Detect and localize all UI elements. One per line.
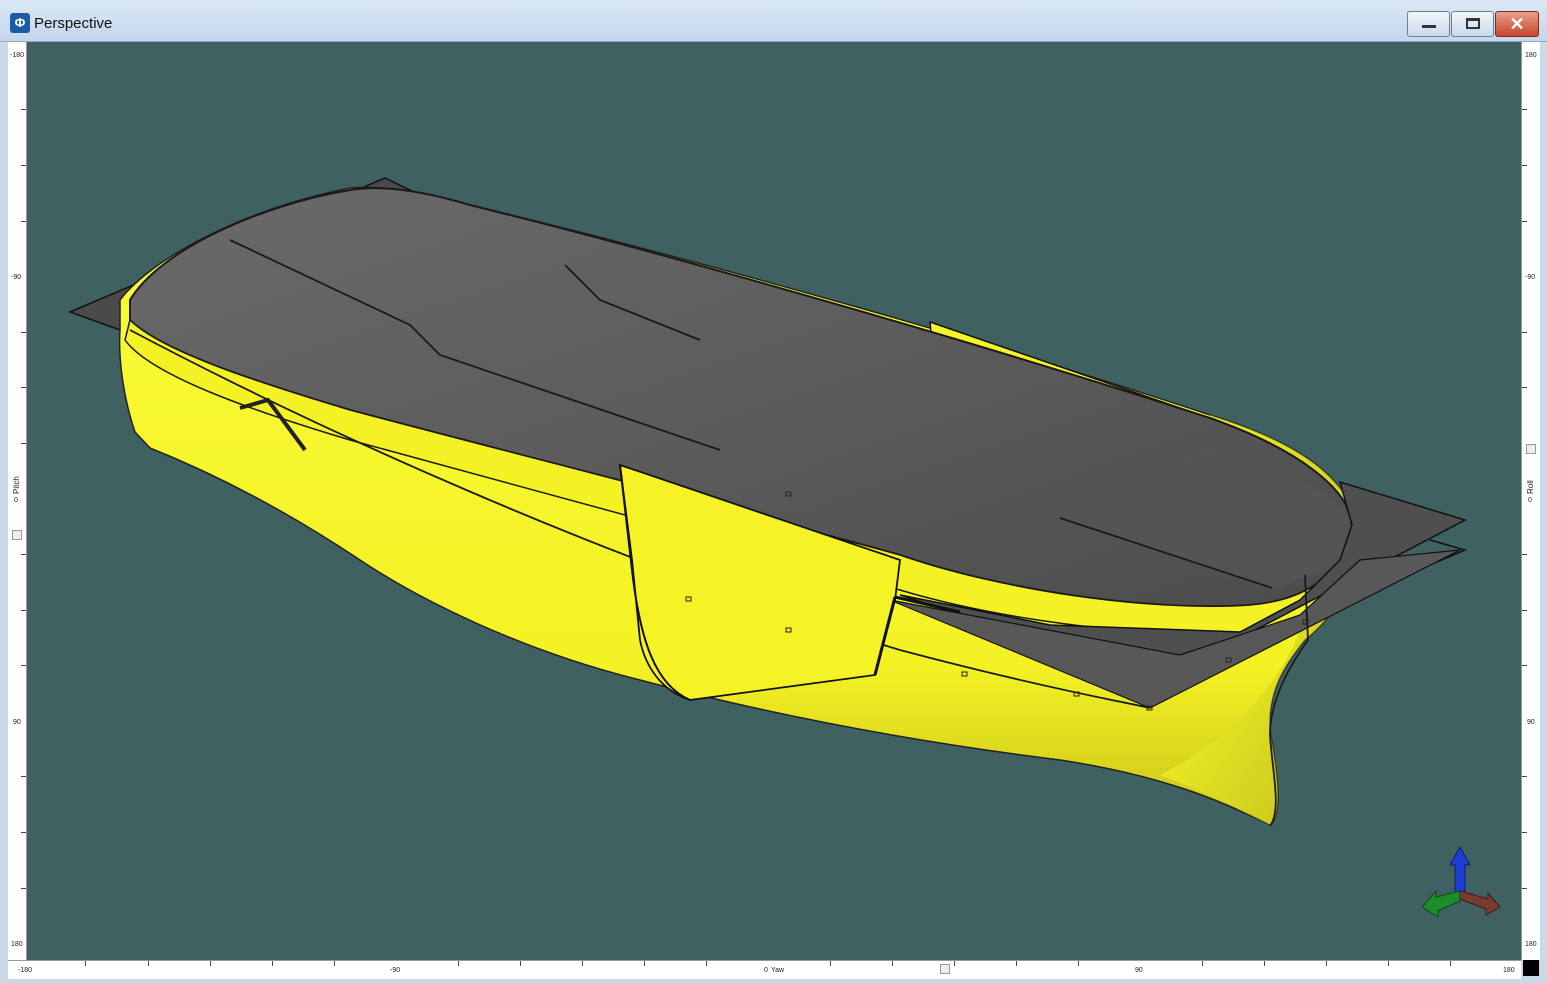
window-title: Perspective (34, 15, 113, 32)
pitch-tick-label: 0 (14, 497, 18, 504)
pitch-tick-label: 180 (11, 941, 23, 948)
green-axis (1421, 889, 1461, 918)
yaw-tick-label: 90 (1135, 967, 1143, 974)
yaw-tick-label: -90 (390, 967, 401, 974)
roll-axis-label: Roll (1526, 480, 1535, 494)
yaw-tick-label: 180 (1503, 967, 1515, 974)
roll-tick-label: 180 (1525, 941, 1537, 948)
blue-axis (1449, 845, 1471, 896)
yaw-ruler[interactable]: -180 -90 0 Yaw 90 180 (8, 960, 1521, 979)
title-bar[interactable]: Φ Perspective ✕ (0, 0, 1547, 42)
app-icon: Φ (10, 13, 30, 33)
pitch-tick-label: -90 (11, 274, 22, 281)
yaw-axis-label: Yaw (771, 967, 785, 974)
close-icon: ✕ (1509, 14, 1525, 34)
ship-hull-model (67, 177, 1501, 918)
pitch-tick-label: 90 (13, 719, 21, 726)
axis-gizmo (1421, 845, 1501, 918)
maximize-icon (1466, 18, 1480, 29)
pitch-tick-label: -180 (10, 52, 25, 59)
minimize-icon (1422, 25, 1436, 28)
yaw-tick-label: 0 (764, 967, 768, 974)
minimize-button[interactable] (1407, 11, 1450, 37)
roll-ruler[interactable]: 180 -90 0 90 180 Roll (1521, 42, 1540, 960)
pitch-scroll-thumb[interactable] (12, 530, 22, 540)
yaw-scroll-thumb[interactable] (940, 964, 950, 974)
pitch-ruler[interactable]: -180 -90 0 90 180 Pitch (8, 42, 27, 960)
roll-tick-label: 90 (1527, 719, 1535, 726)
roll-tick-label: 180 (1525, 52, 1537, 59)
red-axis (1459, 890, 1501, 916)
roll-scroll-thumb[interactable] (1526, 444, 1536, 454)
corner-box (1523, 960, 1539, 976)
perspective-viewport[interactable] (27, 42, 1521, 960)
close-button[interactable]: ✕ (1495, 11, 1539, 37)
maximize-button[interactable] (1451, 11, 1494, 37)
roll-tick-label: -90 (1525, 274, 1536, 281)
roll-tick-label: 0 (1528, 497, 1532, 504)
pitch-axis-label: Pitch (12, 476, 21, 494)
yaw-tick-label: -180 (18, 967, 33, 974)
